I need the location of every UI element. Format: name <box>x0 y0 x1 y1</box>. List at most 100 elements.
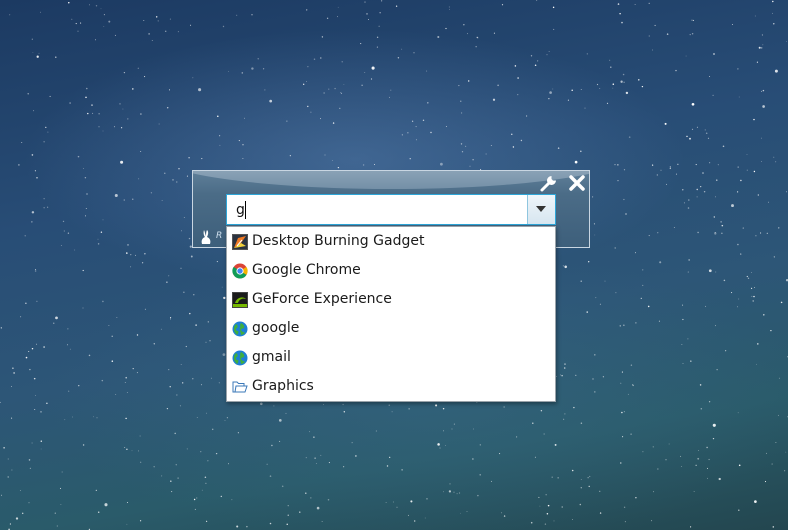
star <box>95 489 97 491</box>
star <box>343 84 345 85</box>
star <box>148 33 150 35</box>
star <box>391 411 393 413</box>
star <box>757 343 759 345</box>
star <box>700 408 703 410</box>
star <box>690 360 692 362</box>
star <box>60 504 62 505</box>
suggestion-graphics[interactable]: Graphics <box>227 372 555 401</box>
star <box>723 279 726 282</box>
star <box>532 422 534 424</box>
star <box>688 199 690 201</box>
star <box>251 67 254 70</box>
star <box>241 72 244 74</box>
star <box>236 525 239 528</box>
star <box>177 31 179 33</box>
star <box>458 492 461 494</box>
star <box>126 392 128 393</box>
star <box>31 347 34 350</box>
star <box>386 465 389 467</box>
gadget-app-icon <box>232 234 248 250</box>
star <box>754 500 757 503</box>
star <box>709 162 711 164</box>
star <box>125 376 127 379</box>
star <box>262 68 265 70</box>
star <box>242 144 244 146</box>
star <box>594 391 596 393</box>
star <box>132 88 134 90</box>
suggestion-desktop-burning-gadget[interactable]: Desktop Burning Gadget <box>227 227 555 256</box>
suggestion-geforce-experience[interactable]: GeForce Experience <box>227 285 555 314</box>
star <box>580 89 582 91</box>
star <box>623 198 625 201</box>
star <box>557 477 559 479</box>
star <box>642 451 644 453</box>
star <box>588 485 590 488</box>
star <box>60 245 62 246</box>
star <box>775 161 777 163</box>
star <box>653 491 655 493</box>
star <box>9 14 11 16</box>
star <box>32 52 34 54</box>
desktop: R Desktop Burning Gadget <box>0 0 788 530</box>
star <box>588 261 590 263</box>
search-input[interactable] <box>227 195 527 224</box>
star <box>204 476 207 478</box>
star <box>721 224 724 227</box>
star <box>326 17 329 19</box>
star <box>215 452 218 455</box>
chrome-icon <box>232 263 248 279</box>
star <box>210 377 212 379</box>
star <box>12 367 14 369</box>
star <box>680 455 682 457</box>
star <box>564 413 566 415</box>
star <box>381 0 383 2</box>
star <box>752 300 754 302</box>
star <box>549 91 552 94</box>
star <box>606 102 609 105</box>
star <box>362 164 365 166</box>
star <box>207 321 209 323</box>
star <box>266 463 268 465</box>
star <box>222 353 226 356</box>
star <box>150 192 153 194</box>
wrench-icon[interactable] <box>539 173 559 193</box>
suggestion-gmail[interactable]: gmail <box>227 343 555 372</box>
star <box>652 446 654 448</box>
search-combobox[interactable] <box>226 194 556 225</box>
star <box>364 1 366 3</box>
star <box>200 384 203 386</box>
star <box>539 505 541 507</box>
star <box>205 341 207 343</box>
star <box>449 8 450 10</box>
star <box>773 156 775 158</box>
star <box>36 343 37 345</box>
suggestion-google-chrome[interactable]: Google Chrome <box>227 256 555 285</box>
star <box>622 436 624 438</box>
star <box>548 51 550 52</box>
star <box>430 131 432 134</box>
star <box>746 169 748 171</box>
star <box>55 56 57 58</box>
star <box>761 34 763 36</box>
star <box>619 325 621 327</box>
star <box>472 159 474 161</box>
star <box>305 457 307 459</box>
star <box>784 470 786 472</box>
star <box>617 164 619 166</box>
star <box>501 512 503 514</box>
star <box>621 21 623 24</box>
dropdown-button[interactable] <box>527 195 555 224</box>
star <box>766 232 768 234</box>
star <box>534 64 537 66</box>
star <box>169 89 170 91</box>
star <box>451 428 453 430</box>
star <box>652 49 654 51</box>
star <box>551 476 553 478</box>
star <box>281 485 284 488</box>
close-icon[interactable] <box>567 173 587 193</box>
star <box>696 126 698 128</box>
suggestion-google[interactable]: google <box>227 314 555 343</box>
star <box>594 234 596 236</box>
star <box>409 158 411 160</box>
star <box>424 517 426 519</box>
